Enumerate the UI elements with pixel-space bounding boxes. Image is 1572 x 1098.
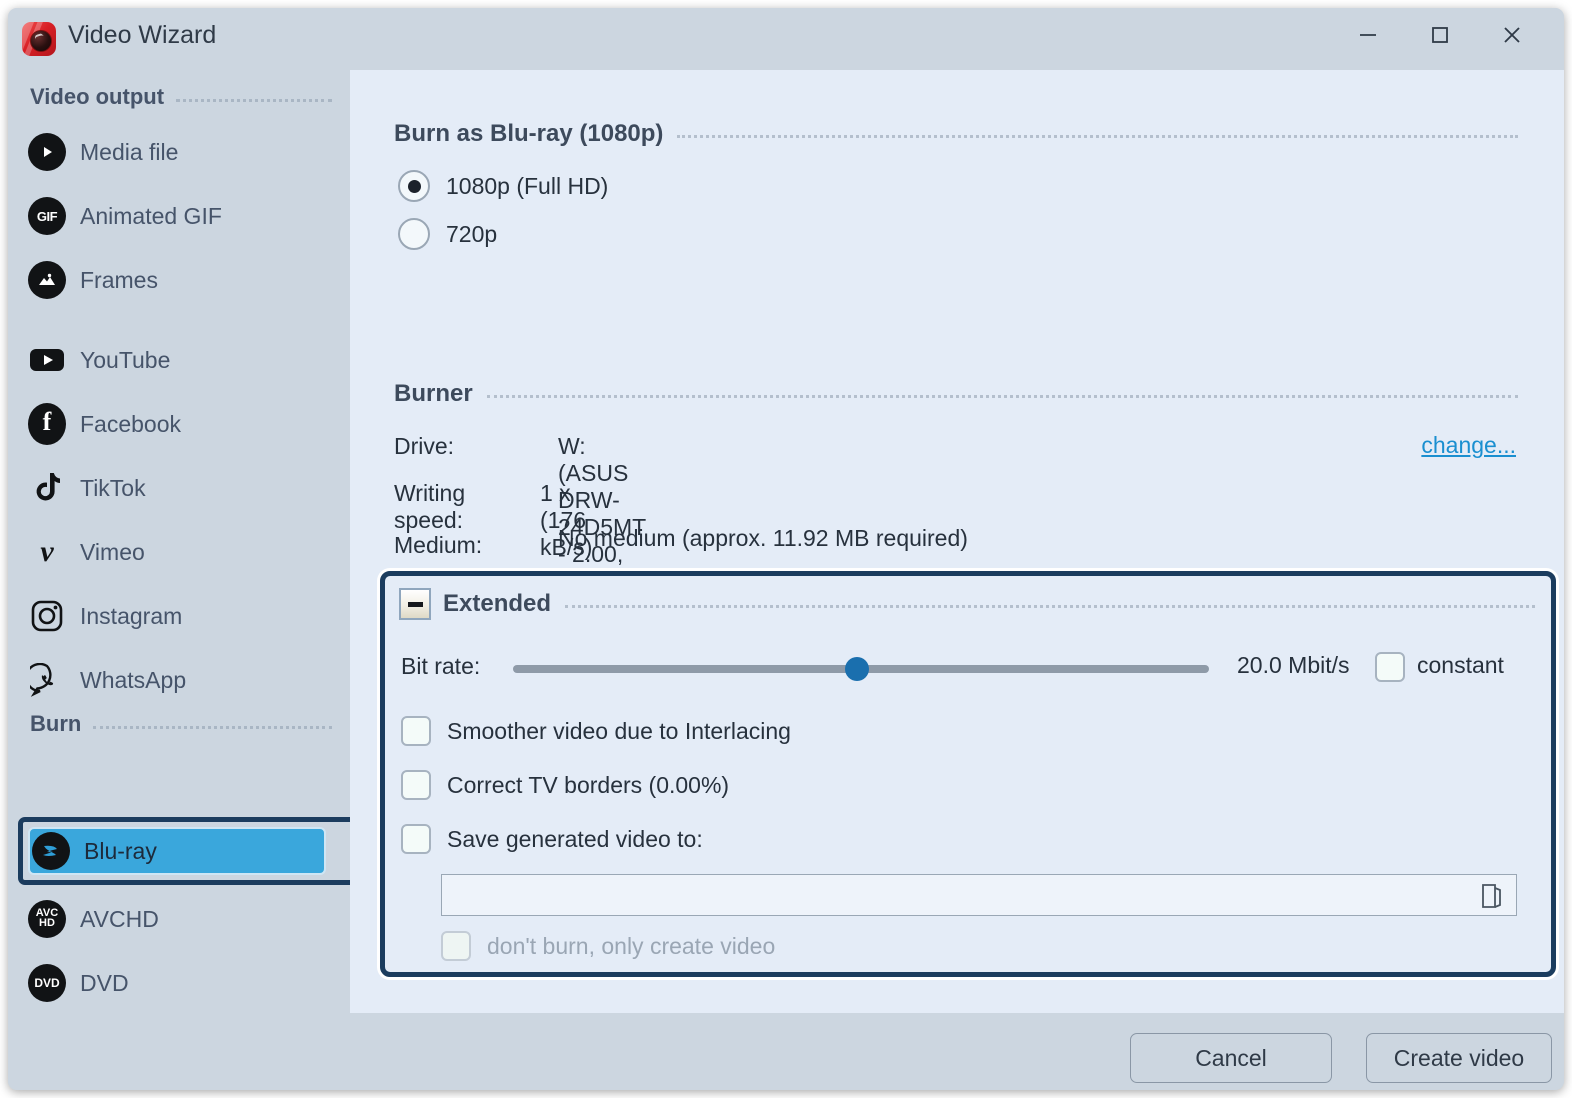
sidebar-item-frames[interactable]: Frames xyxy=(26,256,332,304)
save-path-input[interactable] xyxy=(441,874,1517,916)
constant-checkbox[interactable] xyxy=(1375,652,1405,682)
sidebar-item-bluray[interactable]: Blu-ray xyxy=(28,827,326,875)
extended-section-header: Extended xyxy=(399,588,1535,620)
section-title: Burner xyxy=(394,380,473,407)
video-wizard-icon xyxy=(22,22,56,56)
sidebar-item-vimeo[interactable]: v Vimeo xyxy=(26,528,332,576)
dotted-rule xyxy=(677,135,1518,138)
sidebar-section-label: Video output xyxy=(30,84,165,109)
writing-speed-label: Writing speed: xyxy=(394,480,466,533)
save-video-checkbox-row[interactable]: Save generated video to: xyxy=(401,824,703,854)
sidebar-item-label: AVCHD xyxy=(80,905,159,932)
sidebar-item-label: WhatsApp xyxy=(80,666,187,693)
image-circle-icon xyxy=(26,259,68,301)
create-video-button[interactable]: Create video xyxy=(1366,1033,1552,1083)
dotted-rule xyxy=(93,725,332,729)
checkbox-label: Save generated video to: xyxy=(447,825,703,852)
youtube-icon xyxy=(26,339,68,381)
sidebar-item-youtube[interactable]: YouTube xyxy=(26,336,332,384)
sidebar-item-tiktok[interactable]: TikTok xyxy=(26,464,332,512)
vimeo-icon: v xyxy=(40,535,54,568)
sidebar: Video output Media file GIF Animated GIF xyxy=(8,70,370,1090)
tv-borders-checkbox-row[interactable]: Correct TV borders (0.00%) xyxy=(401,770,729,800)
footer-bar: Cancel Create video xyxy=(8,1013,1564,1090)
burner-section-header: Burner xyxy=(394,380,1518,408)
gif-circle-icon: GIF xyxy=(26,195,68,237)
sidebar-section-burn: Burn xyxy=(30,711,332,737)
radio-1080p[interactable]: 1080p (Full HD) xyxy=(398,170,608,202)
sidebar-section-label: Burn xyxy=(30,711,82,736)
minimize-icon[interactable] xyxy=(1340,8,1396,62)
close-icon[interactable] xyxy=(1484,8,1540,62)
play-circle-icon xyxy=(26,131,68,173)
radio-label: 1080p (Full HD) xyxy=(446,172,609,199)
title-bar: Video Wizard xyxy=(8,8,1564,70)
window-title: Video Wizard xyxy=(68,21,217,49)
interlacing-checkbox[interactable] xyxy=(401,716,431,746)
dvd-icon: DVD xyxy=(26,962,68,1004)
avchd-icon: AVC HD xyxy=(26,898,68,940)
cancel-button[interactable]: Cancel xyxy=(1130,1033,1332,1083)
tiktok-icon xyxy=(26,467,68,509)
video-wizard-window: Video Wizard Video output Media file GIF… xyxy=(8,8,1564,1090)
radio-button-selected xyxy=(398,170,430,202)
sidebar-item-label: YouTube xyxy=(80,346,171,373)
sidebar-item-instagram[interactable]: Instagram xyxy=(26,592,332,640)
radio-button-unselected xyxy=(398,218,430,250)
checkbox-label: Smoother video due to Interlacing xyxy=(447,717,791,744)
extended-section-panel: Extended Bit rate: 20.0 Mbit/s constant … xyxy=(380,571,1556,977)
constant-label: constant xyxy=(1417,652,1504,678)
sidebar-section-video-output: Video output xyxy=(30,84,332,110)
slider-thumb[interactable] xyxy=(845,657,869,681)
change-drive-link[interactable]: change... xyxy=(1421,432,1516,459)
sidebar-item-avchd[interactable]: AVC HD AVCHD xyxy=(26,895,332,943)
sidebar-item-label: Vimeo xyxy=(80,538,145,565)
checkbox-label: don't burn, only create video xyxy=(487,932,776,959)
bitrate-slider[interactable] xyxy=(513,657,1209,681)
burn-as-section-header: Burn as Blu-ray (1080p) xyxy=(394,120,1518,148)
save-video-checkbox[interactable] xyxy=(401,824,431,854)
interlacing-checkbox-row[interactable]: Smoother video due to Interlacing xyxy=(401,716,791,746)
bitrate-label: Bit rate: xyxy=(401,653,481,679)
sidebar-item-label: Instagram xyxy=(80,602,183,629)
sidebar-item-facebook[interactable]: f Facebook xyxy=(26,400,332,448)
maximize-icon[interactable] xyxy=(1412,8,1468,62)
sidebar-item-label: Frames xyxy=(80,266,158,293)
instagram-icon xyxy=(26,595,68,637)
sidebar-item-animated-gif[interactable]: GIF Animated GIF xyxy=(26,192,332,240)
sidebar-item-label: Facebook xyxy=(80,410,182,437)
sidebar-item-label: Media file xyxy=(80,138,179,165)
bitrate-value: 20.0 Mbit/s xyxy=(1237,652,1350,678)
tv-borders-checkbox[interactable] xyxy=(401,770,431,800)
sidebar-item-whatsapp[interactable]: WhatsApp xyxy=(26,656,332,704)
bluray-icon xyxy=(30,830,72,872)
sidebar-item-label: Animated GIF xyxy=(80,202,222,229)
medium-value: No medium (approx. 11.92 MB required) xyxy=(558,525,968,551)
radio-label: 720p xyxy=(446,220,498,247)
sidebar-item-label: TikTok xyxy=(80,474,146,501)
dont-burn-checkbox-row: don't burn, only create video xyxy=(441,931,775,961)
dont-burn-checkbox xyxy=(441,931,471,961)
checkbox-label: Correct TV borders (0.00%) xyxy=(447,771,730,798)
section-title: Burn as Blu-ray (1080p) xyxy=(394,120,664,147)
whatsapp-icon xyxy=(26,659,68,701)
collapse-toggle-icon[interactable] xyxy=(399,588,431,620)
dotted-rule xyxy=(176,98,332,102)
dotted-rule xyxy=(565,605,1535,608)
drive-label: Drive: xyxy=(394,433,455,459)
sidebar-item-label: DVD xyxy=(80,969,129,996)
sidebar-item-dvd[interactable]: DVD DVD xyxy=(26,959,332,1007)
medium-label: Medium: xyxy=(394,532,483,558)
radio-720p[interactable]: 720p xyxy=(398,218,497,250)
dotted-rule xyxy=(486,395,1518,398)
sidebar-item-label: Blu-ray xyxy=(84,837,157,864)
section-title: Extended xyxy=(443,590,552,617)
folder-open-icon[interactable] xyxy=(1476,881,1506,911)
sidebar-item-media-file[interactable]: Media file xyxy=(26,128,332,176)
facebook-icon: f xyxy=(26,403,68,445)
